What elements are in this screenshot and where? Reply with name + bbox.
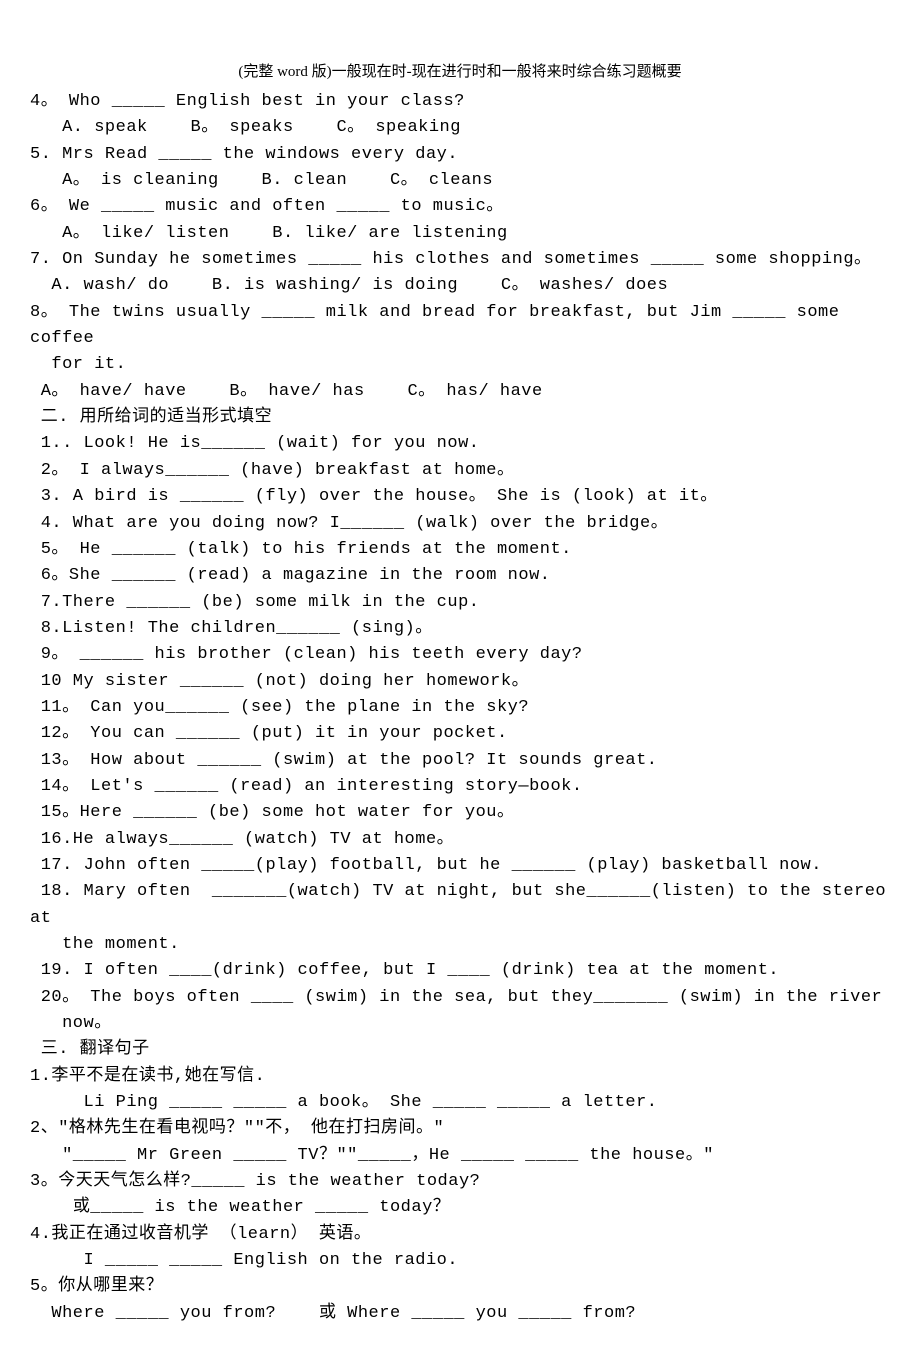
s2-item: 13。 How about ______ (swim) at the pool?… bbox=[30, 748, 890, 774]
s2-item: 2。 I always______ (have) breakfast at ho… bbox=[30, 458, 890, 484]
s2-item: 11。 Can you______ (see) the plane in the… bbox=[30, 695, 890, 721]
q5-text: 5. Mrs Read _____ the windows every day. bbox=[30, 142, 890, 168]
s2-item: 6。She ______ (read) a magazine in the ro… bbox=[30, 563, 890, 589]
s2-item: 16.He always______ (watch) TV at home。 bbox=[30, 827, 890, 853]
s3-q1-zh: 1.李平不是在读书,她在写信. bbox=[30, 1064, 890, 1090]
s2-item: 7.There ______ (be) some milk in the cup… bbox=[30, 590, 890, 616]
s3-q3-en: 或_____ is the weather _____ today？ bbox=[30, 1195, 890, 1221]
s2-item: 10 My sister ______ (not) doing her home… bbox=[30, 669, 890, 695]
s2-item: 20。 The boys often ____ (swim) in the se… bbox=[30, 985, 890, 1011]
s2-item: 19. I often ____(drink) coffee, but I __… bbox=[30, 958, 890, 984]
s2-item: 8.Listen! The children______ (sing)。 bbox=[30, 616, 890, 642]
section2-title: 二. 用所给词的适当形式填空 bbox=[30, 405, 890, 431]
s2-item: 18. Mary often _______(watch) TV at nigh… bbox=[30, 879, 890, 932]
s3-q4-en: I _____ _____ English on the radio. bbox=[30, 1248, 890, 1274]
s3-q3-zh: 3。今天天气怎么样?_____ is the weather today? bbox=[30, 1169, 890, 1195]
s2-item: 14。 Let's ______ (read) an interesting s… bbox=[30, 774, 890, 800]
s3-q4-zh: 4.我正在通过收音机学 （learn） 英语。 bbox=[30, 1222, 890, 1248]
q5-opts: A。 is cleaning B. clean C。 cleans bbox=[30, 168, 890, 194]
s2-item: 12。 You can ______ (put) it in your pock… bbox=[30, 721, 890, 747]
section3-title: 三. 翻译句子 bbox=[30, 1037, 890, 1063]
s2-item: 1.. Look! He is______ (wait) for you now… bbox=[30, 431, 890, 457]
q6-text: 6。 We _____ music and often _____ to mus… bbox=[30, 194, 890, 220]
s2-item: 9。 ______ his brother (clean) his teeth … bbox=[30, 642, 890, 668]
q4-opts: A. speak B。 speaks C。 speaking bbox=[30, 115, 890, 141]
q7-opts: A. wash/ do B. is washing/ is doing C。 w… bbox=[30, 273, 890, 299]
s3-q5-en: Where _____ you from? 或 Where _____ you … bbox=[30, 1301, 890, 1327]
s3-q1-en: Li Ping _____ _____ a book。 She _____ __… bbox=[30, 1090, 890, 1116]
s2-item: 4. What are you doing now? I______ (walk… bbox=[30, 511, 890, 537]
s3-q5-zh: 5。你从哪里来？ bbox=[30, 1274, 890, 1300]
s3-q2-zh: 2、"格林先生在看电视吗？""不， 他在打扫房间。" bbox=[30, 1116, 890, 1142]
q8-cont: for it. bbox=[30, 352, 890, 378]
q6-opts: A。 like/ listen B. like/ are listening bbox=[30, 221, 890, 247]
q8-text: 8。 The twins usually _____ milk and brea… bbox=[30, 300, 890, 353]
worksheet-page: (完整 word 版)一般现在时-现在进行时和一般将来时综合练习题概要 4。 W… bbox=[0, 0, 920, 1367]
s2-item: 17. John often _____(play) football, but… bbox=[30, 853, 890, 879]
s2-item: 5。 He ______ (talk) to his friends at th… bbox=[30, 537, 890, 563]
q8-opts: A。 have/ have B。 have/ has C。 has/ have bbox=[30, 379, 890, 405]
s2-item: the moment. bbox=[30, 932, 890, 958]
s2-item: now。 bbox=[30, 1011, 890, 1037]
q7-text: 7. On Sunday he sometimes _____ his clot… bbox=[30, 247, 890, 273]
s2-item: 3. A bird is ______ (fly) over the house… bbox=[30, 484, 890, 510]
page-header: (完整 word 版)一般现在时-现在进行时和一般将来时综合练习题概要 bbox=[30, 60, 890, 81]
s2-item: 15。Here ______ (be) some hot water for y… bbox=[30, 800, 890, 826]
q4-text: 4。 Who _____ English best in your class? bbox=[30, 89, 890, 115]
s3-q2-en: "_____ Mr Green _____ TV？""_____，He ____… bbox=[30, 1143, 890, 1169]
